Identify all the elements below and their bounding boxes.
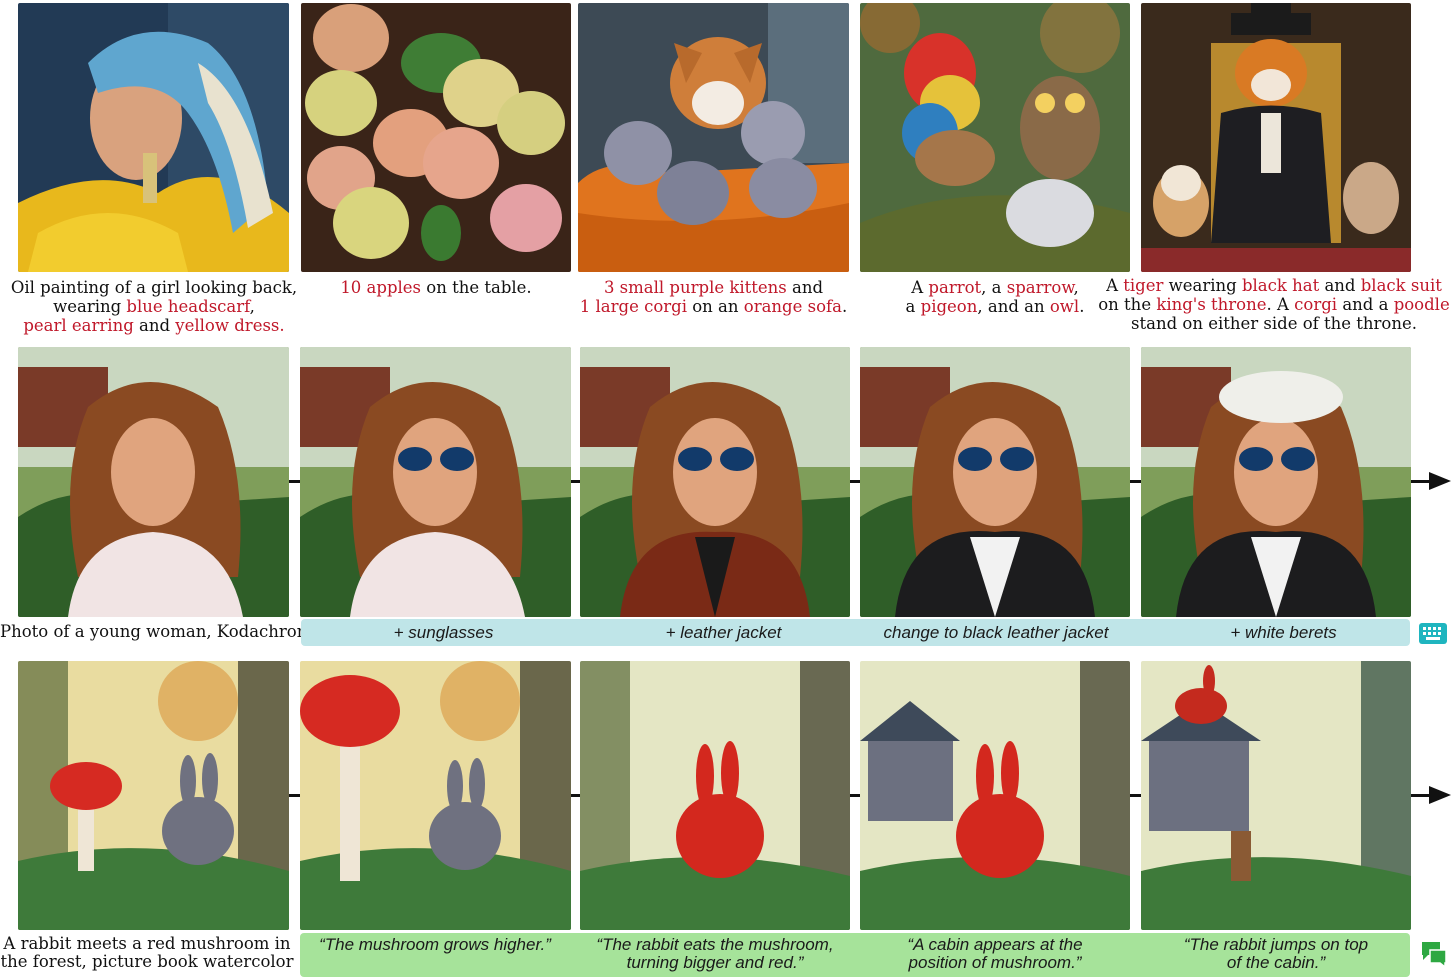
caption-highlight: black suit — [1360, 276, 1442, 295]
caption-highlight: yellow dress — [175, 316, 280, 335]
caption-highlight: 1 large corgi — [579, 297, 687, 316]
image-woman-sunglasses — [300, 347, 571, 617]
caption-highlight: sparrow — [1006, 278, 1074, 297]
story-step-cabin-line2: position of mushroom.” — [908, 953, 1082, 972]
caption-highlight: corgi — [1294, 295, 1338, 314]
image-cabin-appears — [860, 661, 1130, 930]
caption-text: stand on either side of the throne. — [1131, 314, 1417, 333]
caption-kittens: 3 small purple kittens and 1 large corgi … — [566, 278, 861, 316]
caption-highlight: orange sofa — [743, 297, 842, 316]
caption-text: . — [1079, 297, 1085, 316]
story-step-mushroom-higher: “The mushroom grows higher.” — [319, 935, 551, 954]
image-woman-original — [18, 347, 289, 617]
caption-text: and — [1319, 276, 1361, 295]
image-woman-beret — [1141, 347, 1411, 617]
story-step-rabbit-eats-line1: “The rabbit eats the mushroom, — [596, 935, 834, 954]
caption-text: , and an — [977, 297, 1050, 316]
image-kittens-corgi — [578, 3, 849, 272]
caption-text: A — [1106, 276, 1124, 295]
image-apples — [301, 3, 571, 272]
image-birds — [860, 3, 1130, 272]
image-rabbit-mushroom — [18, 661, 289, 930]
keyboard-icon — [1419, 623, 1447, 644]
image-rabbit-red — [580, 661, 850, 930]
caption-text: , — [1073, 278, 1079, 297]
caption-tiger: A tiger wearing black hat and black suit… — [1094, 276, 1454, 333]
rabbit-prompt-line2: the forest, picture book watercolor — [0, 952, 294, 971]
edit-step-black-jacket: change to black leather jacket — [883, 623, 1109, 642]
caption-text: and a — [1337, 295, 1394, 314]
caption-text: A — [911, 278, 929, 297]
caption-text: . A — [1266, 295, 1295, 314]
story-flow-arrow-shaft — [1411, 794, 1429, 797]
story-step-rabbit-jumps-line2: of the cabin.” — [1226, 953, 1326, 972]
caption-text: a — [905, 297, 921, 316]
caption-text: wearing — [53, 297, 127, 316]
caption-text: , a — [981, 278, 1007, 297]
edit-flow-arrow-shaft — [1411, 480, 1429, 483]
story-step-cabin-line1: “A cabin appears at the — [907, 935, 1083, 954]
caption-text: Oil painting of a girl looking back, — [10, 278, 298, 297]
caption-text: on the table. — [421, 278, 532, 297]
story-step-rabbit-jumps-line1: “The rabbit jumps on top — [1183, 935, 1369, 954]
image-mushroom-higher — [300, 661, 571, 930]
caption-highlight: pearl earring — [23, 316, 134, 335]
caption-highlight: tiger — [1123, 276, 1164, 295]
caption-highlight: black hat — [1241, 276, 1320, 295]
edit-flow-arrowhead — [1429, 472, 1451, 490]
caption-girl: Oil painting of a girl looking back, wear… — [4, 278, 304, 335]
caption-highlight: 3 small purple kittens — [603, 278, 787, 297]
caption-text: wearing — [1163, 276, 1242, 295]
caption-highlight: king's throne — [1156, 295, 1267, 314]
caption-highlight: . — [279, 316, 285, 335]
caption-highlight: pigeon — [920, 297, 978, 316]
story-flow-arrowhead — [1429, 786, 1451, 804]
caption-apples: 10 apples on the table. — [301, 278, 571, 297]
caption-text: , — [249, 297, 255, 316]
woman-prompt: Photo of a young woman, Kodachrome — [0, 622, 323, 641]
caption-highlight: poodle — [1393, 295, 1450, 314]
caption-highlight: parrot — [928, 278, 982, 297]
edit-step-white-berets: + white berets — [1230, 623, 1337, 642]
edit-step-leather-jacket: + leather jacket — [665, 623, 782, 642]
rabbit-prompt-line1: A rabbit meets a red mushroom in — [3, 934, 291, 953]
caption-text: and — [786, 278, 824, 297]
caption-birds: A parrot, a sparrow, a pigeon, and an owl… — [860, 278, 1130, 316]
image-woman-leather-jacket — [580, 347, 850, 617]
image-woman-black-jacket — [860, 347, 1130, 617]
caption-highlight: owl — [1049, 297, 1080, 316]
image-girl-headscarf — [18, 3, 289, 272]
caption-highlight: 10 apples — [340, 278, 422, 297]
caption-text: on an — [687, 297, 744, 316]
caption-text: on the — [1098, 295, 1157, 314]
caption-highlight: blue headscarf — [126, 297, 250, 316]
story-step-rabbit-eats-line2: turning bigger and red.” — [626, 953, 804, 972]
edit-step-sunglasses: + sunglasses — [393, 623, 494, 642]
caption-text: . — [841, 297, 848, 316]
chat-bubbles-icon — [1420, 940, 1448, 969]
caption-text: and — [133, 316, 176, 335]
image-rabbit-on-cabin — [1141, 661, 1411, 930]
image-tiger-throne — [1141, 3, 1411, 272]
